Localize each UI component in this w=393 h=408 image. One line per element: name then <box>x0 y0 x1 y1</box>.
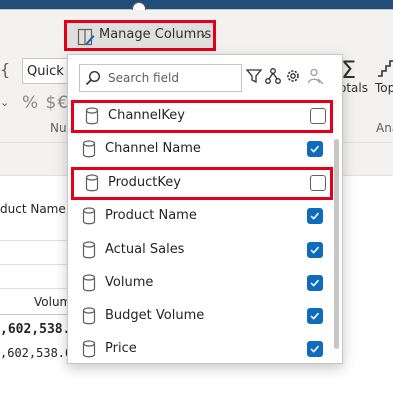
totals-label[interactable]: otals <box>339 81 368 95</box>
search-field[interactable]: Search field <box>79 64 242 92</box>
manage-columns-dropdown: Search field ChannelKey Channel Name Produ… <box>67 54 343 364</box>
chevron-down-icon: ⌄ <box>199 27 209 40</box>
column-item[interactable]: ProductKey <box>71 167 333 200</box>
top-n-icon[interactable] <box>377 58 393 78</box>
database-icon <box>85 174 99 192</box>
checkmark-icon <box>310 246 320 254</box>
manage-columns-button[interactable]: Manage Columns ⌄ <box>64 20 216 51</box>
column-name: ProductKey <box>108 175 181 190</box>
column-name: Product Name <box>105 208 197 223</box>
column-item[interactable]: Price <box>68 333 332 366</box>
grid-line <box>0 240 67 241</box>
chevron-down-icon[interactable]: ⌄ <box>0 96 9 109</box>
column-header-text: duct Name, <box>0 202 70 216</box>
brace-icon: { <box>0 60 11 79</box>
column-item[interactable]: Volume <box>68 267 332 300</box>
search-placeholder: Search field <box>108 71 179 85</box>
database-icon <box>82 140 96 158</box>
gear-icon[interactable] <box>284 67 302 85</box>
checkmark-icon <box>310 345 320 353</box>
column-checkbox[interactable] <box>307 341 323 357</box>
filter-icon[interactable] <box>245 67 263 85</box>
column-checkbox[interactable] <box>310 108 326 124</box>
manage-columns-label: Manage Columns <box>99 27 212 42</box>
column-item[interactable]: Budget Volume <box>68 300 332 333</box>
checkmark-icon <box>310 312 320 320</box>
checkmark-icon <box>310 145 320 153</box>
checkmark-icon <box>310 279 320 287</box>
database-icon <box>82 274 96 292</box>
database-icon <box>85 107 99 125</box>
column-item[interactable]: ChannelKey <box>71 100 333 133</box>
column-item[interactable]: Channel Name <box>68 133 332 166</box>
column-item[interactable]: Actual Sales <box>68 234 332 267</box>
column-name: Budget Volume <box>105 308 205 323</box>
top-label[interactable]: Top <box>375 81 393 95</box>
manage-columns-icon <box>77 28 95 46</box>
sigma-icon[interactable]: Σ <box>341 56 356 84</box>
grid-line <box>0 288 67 289</box>
column-item[interactable]: Product Name <box>68 200 332 233</box>
analyze-group-label: Ana <box>376 121 393 135</box>
column-name: Channel Name <box>105 141 201 156</box>
scrollbar-thumb[interactable] <box>334 139 339 349</box>
value-cell: ,602,538.0 <box>0 346 73 360</box>
volume-header: Volum <box>34 295 72 309</box>
column-checkbox[interactable] <box>307 308 323 324</box>
database-icon <box>82 241 96 259</box>
database-icon <box>82 207 96 225</box>
database-icon <box>82 307 96 325</box>
column-name: Price <box>105 341 137 356</box>
column-name: Actual Sales <box>105 242 185 257</box>
column-checkbox[interactable] <box>307 242 323 258</box>
hierarchy-icon[interactable] <box>264 67 282 85</box>
quick-format-field[interactable]: Quick F <box>22 58 70 84</box>
column-checkbox[interactable] <box>307 275 323 291</box>
grid-line <box>0 314 67 315</box>
search-icon <box>85 70 101 86</box>
column-checkbox[interactable] <box>307 141 323 157</box>
grid-line <box>0 264 67 265</box>
column-name: Volume <box>105 275 154 290</box>
column-name: ChannelKey <box>108 108 185 123</box>
person-icon[interactable] <box>306 67 324 85</box>
column-checkbox[interactable] <box>307 208 323 224</box>
window-top-bar <box>0 0 393 9</box>
checkmark-icon <box>310 212 320 220</box>
number-format-symbols[interactable]: % $€ <box>22 93 69 113</box>
column-checkbox[interactable] <box>310 175 326 191</box>
database-icon <box>82 340 96 358</box>
